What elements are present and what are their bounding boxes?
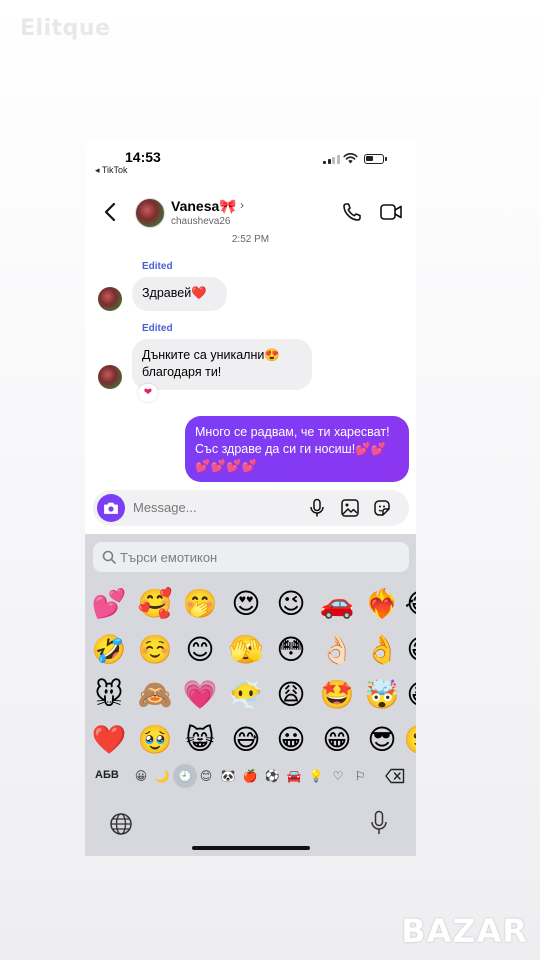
camera-button[interactable] <box>97 494 125 522</box>
sticker-icon[interactable] <box>372 498 392 518</box>
microphone-icon[interactable] <box>308 498 326 518</box>
emoji-key[interactable]: 🥰 <box>135 584 175 624</box>
wifi-icon <box>343 153 358 164</box>
emoji-key[interactable]: 🤭 <box>180 584 220 624</box>
watermark-top: Elitque <box>20 16 111 41</box>
category-animals-icon[interactable]: 🐼 <box>220 768 236 784</box>
emoji-key[interactable]: 😉 <box>271 584 311 624</box>
emoji-key[interactable]: 😎 <box>362 720 402 760</box>
category-objects-icon[interactable]: 💡 <box>308 768 324 784</box>
back-to-app-link[interactable]: ◂ TikTok <box>95 165 128 176</box>
emoji-key[interactable]: 😀 <box>271 720 311 760</box>
category-people-icon[interactable]: 😊 <box>198 768 214 784</box>
message-input[interactable]: Message... <box>133 500 197 515</box>
emoji-key[interactable]: 😸 <box>180 720 220 760</box>
emoji-key[interactable]: 💕 <box>89 584 129 624</box>
category-smileys-icon[interactable]: 😀 <box>133 768 149 784</box>
emoji-key[interactable]: 😩 <box>271 675 311 715</box>
emoji-key[interactable]: ☺️ <box>135 630 175 670</box>
emoji-key[interactable]: 😳 <box>271 630 311 670</box>
category-moon-icon[interactable]: 🌙 <box>154 768 170 784</box>
contact-avatar[interactable] <box>135 198 165 228</box>
emoji-search-field[interactable]: Търси емотикон <box>93 542 409 572</box>
watermark-bottom: BAZAR <box>401 912 528 950</box>
camera-icon <box>104 502 118 514</box>
emoji-key[interactable]: 🙂 <box>401 720 416 760</box>
emoji-key[interactable]: 😊 <box>180 630 220 670</box>
emoji-key[interactable]: 😶‍🌫️ <box>226 675 266 715</box>
phone-screen: 14:53 ◂ TikTok Vanesa🎀 › chausheva26 2:5… <box>85 140 416 856</box>
globe-icon[interactable] <box>109 812 133 836</box>
edited-label: Edited <box>142 323 173 334</box>
category-symbols-icon[interactable]: ♡ <box>330 768 346 784</box>
message-timestamp: 2:52 PM <box>231 234 270 245</box>
emoji-key[interactable]: 😅 <box>226 720 266 760</box>
gallery-icon[interactable] <box>340 498 360 518</box>
emoji-search-placeholder: Търси емотикон <box>120 550 218 565</box>
message-bubble-outgoing[interactable]: Много се радвам, че ти харесват! Със здр… <box>185 416 409 482</box>
emoji-key[interactable]: 🫣 <box>226 630 266 670</box>
contact-handle: chausheva26 <box>171 216 231 227</box>
emoji-key[interactable]: 😁 <box>401 630 416 670</box>
chevron-right-icon[interactable]: › <box>240 198 244 212</box>
backspace-icon[interactable] <box>385 768 405 784</box>
emoji-key[interactable]: 😂 <box>401 584 416 624</box>
status-time: 14:53 <box>125 149 161 165</box>
emoji-key[interactable]: ❤️ <box>89 720 129 760</box>
emoji-key[interactable]: 👌🏻 <box>317 630 357 670</box>
category-activity-icon[interactable]: ⚽ <box>264 768 280 784</box>
sender-avatar[interactable] <box>98 287 122 311</box>
emoji-category-bar: АБВ 😀 🌙 🕘 😊 🐼 🍎 ⚽ 🚘 💡 ♡ ⚐ <box>85 764 416 788</box>
emoji-key[interactable]: 🙈 <box>135 675 175 715</box>
message-bubble-incoming[interactable]: Здравей❤️ <box>132 277 227 311</box>
status-bar: 14:53 ◂ TikTok <box>85 140 416 180</box>
emoji-key[interactable]: 👌 <box>362 630 402 670</box>
sender-avatar[interactable] <box>98 365 122 389</box>
category-food-icon[interactable]: 🍎 <box>242 768 258 784</box>
emoji-key[interactable]: 😍 <box>226 584 266 624</box>
emoji-key[interactable]: 🤯 <box>362 675 402 715</box>
home-indicator[interactable] <box>192 846 310 850</box>
emoji-key[interactable]: 🐭 <box>89 675 129 715</box>
signal-icon <box>323 154 340 164</box>
emoji-key[interactable]: 💗 <box>180 675 220 715</box>
emoji-key[interactable]: ❤️‍🔥 <box>362 584 402 624</box>
message-composer: Message... <box>93 490 409 526</box>
category-travel-icon[interactable]: 🚘 <box>286 768 302 784</box>
emoji-keyboard: Търси емотикон 💕 🥰 🤭 😍 😉 🚗 ❤️‍🔥 😂 🤣 ☺️ 😊… <box>85 534 416 856</box>
chat-header: Vanesa🎀 › chausheva26 <box>85 188 416 236</box>
emoji-key[interactable]: 🥹 <box>135 720 175 760</box>
category-flags-icon[interactable]: ⚐ <box>352 768 368 784</box>
heart-reaction[interactable]: ❤ <box>138 384 158 402</box>
video-call-icon[interactable] <box>380 203 402 221</box>
search-icon <box>102 550 116 564</box>
emoji-key[interactable]: 😆 <box>401 675 416 715</box>
edited-label: Edited <box>142 261 173 272</box>
battery-icon <box>364 154 387 164</box>
emoji-key[interactable]: 😁 <box>317 720 357 760</box>
back-arrow-icon[interactable] <box>103 202 119 222</box>
emoji-key[interactable]: 🤩 <box>317 675 357 715</box>
abc-keyboard-button[interactable]: АБВ <box>95 769 119 781</box>
category-recent-icon[interactable]: 🕘 <box>177 768 193 784</box>
emoji-key[interactable]: 🚗 <box>317 584 357 624</box>
emoji-key[interactable]: 🤣 <box>89 630 129 670</box>
phone-call-icon[interactable] <box>342 202 362 222</box>
dictation-microphone-icon[interactable] <box>369 810 389 836</box>
message-bubble-incoming[interactable]: Дънките са уникални😍 благодаря ти! <box>132 339 312 390</box>
contact-name[interactable]: Vanesa🎀 <box>171 198 237 215</box>
